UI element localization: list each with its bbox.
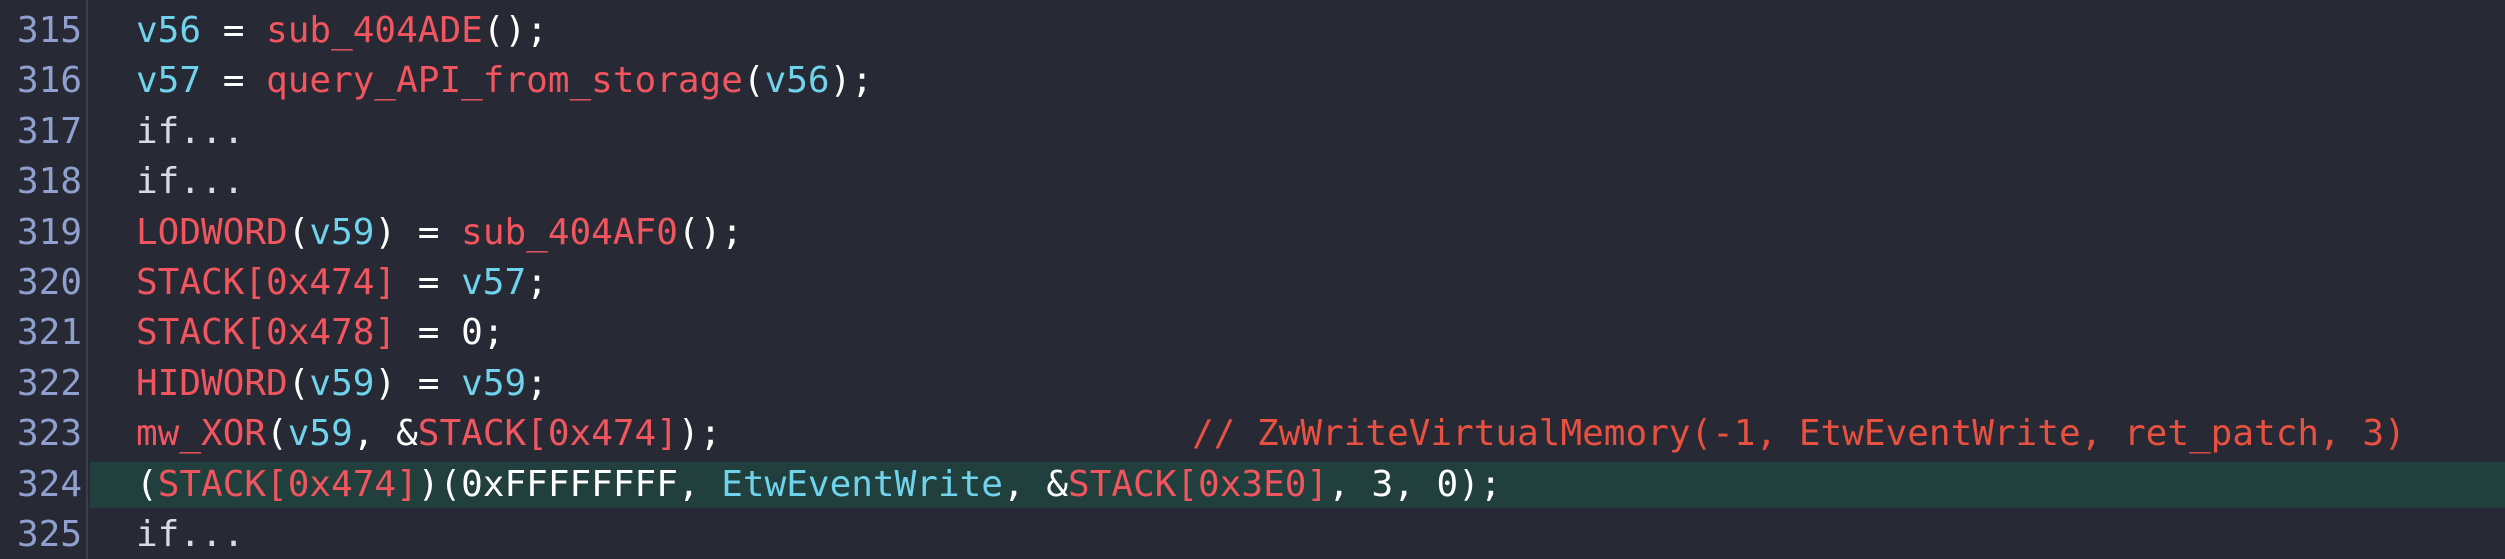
code-line[interactable]: 320 STACK[0x474] = v57;	[0, 258, 2505, 308]
code-token-txt: ) =	[374, 362, 462, 404]
line-number: 320	[16, 261, 82, 303]
code-comment: // ZwWriteVirtualMemory(-1, EtwEventWrit…	[1192, 413, 2406, 455]
code-line[interactable]: 323 mw_XOR(v59, &STACK[0x474]); // ZwWrite…	[0, 409, 2505, 459]
line-number: 321	[16, 312, 82, 354]
code-token-txt: ;	[526, 362, 548, 404]
code-line-current[interactable]: 324 (STACK[0x474])(0xFFFFFFFF, EtwEventWr…	[0, 460, 2505, 510]
code-text: HIDWORD(v59) = v59;	[136, 359, 548, 409]
code-token-txt: (	[266, 413, 288, 455]
code-line[interactable]: 325 if...	[0, 510, 2505, 559]
code-line[interactable]: 315 v56 = sub_404ADE();	[0, 6, 2505, 56]
code-line[interactable]: 316 v57 = query_API_from_storage(v56);	[0, 56, 2505, 106]
code-token-fn: sub_404AF0	[461, 211, 678, 253]
code-token-fn: mw_XOR	[136, 413, 267, 455]
code-token-txt: , 3, 0);	[1328, 463, 1502, 505]
code-line[interactable]: 322 HIDWORD(v59) = v59;	[0, 359, 2505, 409]
line-number: 323	[16, 413, 82, 455]
code-token-txt: );	[829, 60, 873, 102]
line-number: 318	[16, 161, 82, 203]
line-number: 322	[16, 362, 82, 404]
code-token-kw: if...	[136, 161, 245, 203]
code-token-fn: HIDWORD	[136, 362, 288, 404]
code-token-fn: LODWORD	[136, 211, 288, 253]
code-token-fn: STACK[0x474]	[136, 261, 397, 303]
code-text: (STACK[0x474])(0xFFFFFFFF, EtwEventWrite…	[136, 460, 1502, 510]
line-number: 316	[16, 60, 82, 102]
line-number: 324	[16, 463, 82, 505]
code-token-txt: ();	[677, 211, 743, 253]
code-token-txt: (	[136, 463, 158, 505]
code-token-txt: = 0;	[396, 312, 505, 354]
code-text: v57 = query_API_from_storage(v56);	[136, 56, 873, 106]
code-token-var: v56	[136, 10, 202, 51]
line-number: 325	[16, 513, 82, 555]
code-text: v56 = sub_404ADE();	[136, 6, 548, 56]
code-line[interactable]: 321 STACK[0x478] = 0;	[0, 308, 2505, 358]
code-token-kw: if...	[136, 513, 245, 555]
code-line[interactable]: 318 if...	[0, 157, 2505, 207]
code-token-txt: (	[287, 362, 310, 404]
code-token-var: v59	[309, 362, 375, 404]
code-token-txt: (	[287, 211, 310, 253]
code-token-fn: STACK[0x474]	[157, 463, 418, 505]
line-number: 315	[16, 10, 82, 51]
code-token-var: v57	[461, 261, 527, 303]
code-text: mw_XOR(v59, &STACK[0x474]);	[136, 409, 721, 459]
code-text: if...	[136, 157, 244, 207]
line-number: 319	[16, 211, 82, 253]
code-token-txt: =	[201, 60, 267, 102]
code-lines: 315 v56 = sub_404ADE(); 316 v57 = query_API…	[0, 6, 2505, 559]
code-text: STACK[0x474] = v57;	[136, 258, 548, 308]
code-token-txt: )(0xFFFFFFFF,	[417, 463, 722, 505]
code-token-var: v57	[136, 60, 202, 102]
code-editor[interactable]: 315 v56 = sub_404ADE(); 316 v57 = query_API…	[0, 0, 2505, 559]
code-token-fn: sub_404ADE	[266, 10, 483, 51]
code-token-var: v59	[287, 413, 353, 455]
code-token-txt: (	[742, 60, 765, 102]
code-token-txt: );	[677, 413, 722, 455]
code-token-kw: if...	[136, 110, 245, 152]
code-token-txt: , &	[1002, 463, 1069, 505]
code-token-txt: ;	[526, 261, 548, 303]
code-line[interactable]: 319 LODWORD(v59) = sub_404AF0();	[0, 208, 2505, 258]
code-text: if...	[136, 107, 244, 157]
code-text: if...	[136, 510, 244, 559]
code-token-fn: STACK[0x478]	[136, 312, 397, 354]
code-token-txt: =	[396, 261, 462, 303]
code-token-var: v59	[461, 362, 527, 404]
code-text: STACK[0x478] = 0;	[136, 308, 504, 358]
code-line[interactable]: 317 if...	[0, 107, 2505, 157]
code-text: LODWORD(v59) = sub_404AF0();	[136, 208, 743, 258]
code-token-fn: STACK[0x3E0]	[1068, 463, 1329, 505]
line-number: 317	[16, 110, 82, 152]
code-token-txt: ) =	[374, 211, 462, 253]
code-token-txt: =	[201, 10, 267, 51]
code-token-var: EtwEventWrite	[721, 463, 1003, 505]
code-token-var: v56	[764, 60, 830, 102]
code-token-txt: ();	[482, 10, 548, 51]
code-token-fn: query_API_from_storage	[266, 60, 743, 102]
code-token-txt: , &	[352, 413, 418, 455]
code-token-fn: STACK[0x474]	[417, 413, 678, 455]
code-token-var: v59	[309, 211, 375, 253]
